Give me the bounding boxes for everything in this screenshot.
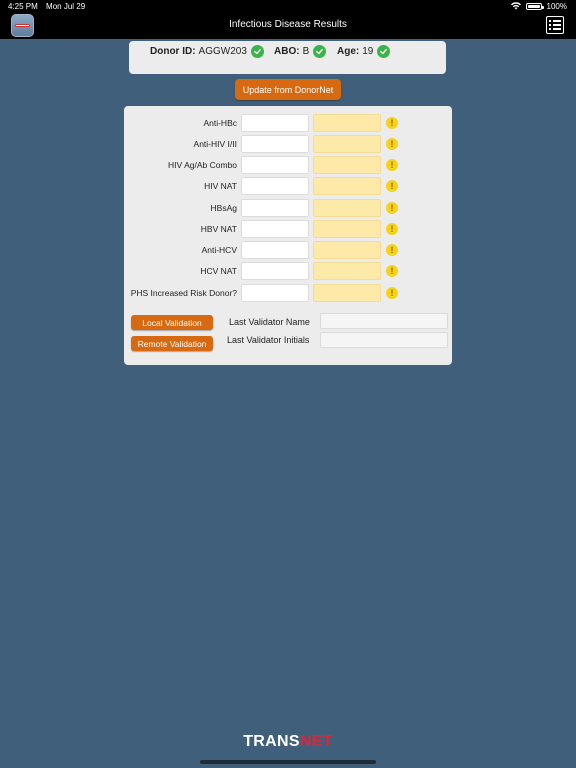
test-label: HCV NAT <box>200 266 237 276</box>
test-input[interactable] <box>241 284 309 302</box>
last-validator-initials-field[interactable] <box>320 332 448 348</box>
test-row: Anti-HCV ! <box>124 241 452 259</box>
list-icon[interactable] <box>546 16 564 34</box>
test-label: Anti-HBc <box>203 118 237 128</box>
donor-age-label: Age: <box>337 46 360 57</box>
test-row: HBsAg ! <box>124 199 452 217</box>
test-input[interactable] <box>241 156 309 174</box>
test-result-field[interactable] <box>313 199 381 217</box>
donor-id: Donor ID: AGGW203 <box>150 45 264 58</box>
test-row: HIV NAT ! <box>124 177 452 195</box>
page-title: Infectious Disease Results <box>229 19 347 30</box>
status-bar: 4:25 PM Mon Jul 29 100% <box>0 0 576 12</box>
warning-icon: ! <box>386 223 398 235</box>
donor-age-value: 19 <box>362 46 374 57</box>
donor-abo-label: ABO: <box>274 46 300 57</box>
test-row: HIV Ag/Ab Combo ! <box>124 156 452 174</box>
test-row: HBV NAT ! <box>124 220 452 238</box>
warning-icon: ! <box>386 287 398 299</box>
test-input[interactable] <box>241 177 309 195</box>
test-label: HIV Ag/Ab Combo <box>168 160 237 170</box>
last-validator-name-field[interactable] <box>320 313 448 329</box>
remote-validation-button[interactable]: Remote Validation <box>131 336 213 351</box>
check-icon <box>313 45 327 58</box>
donor-abo-value: B <box>302 46 310 57</box>
nav-bar: Infectious Disease Results <box>0 12 576 39</box>
status-date: Mon Jul 29 <box>46 1 86 11</box>
test-result-field[interactable] <box>313 241 381 259</box>
home-indicator[interactable] <box>200 760 376 764</box>
test-input[interactable] <box>241 262 309 280</box>
test-label: PHS Increased Risk Donor? <box>130 288 237 298</box>
logo-part-net: NET <box>299 733 333 750</box>
logo-part-trans: TRANS <box>243 733 300 750</box>
last-validator-name-label: Last Validator Name <box>229 317 310 327</box>
battery-percent: 100% <box>546 1 567 11</box>
warning-icon: ! <box>386 117 398 129</box>
test-result-field[interactable] <box>313 135 381 153</box>
test-result-field[interactable] <box>313 114 381 132</box>
list-line <box>549 28 561 30</box>
test-result-field[interactable] <box>313 156 381 174</box>
check-icon <box>377 45 391 58</box>
list-line <box>549 20 561 22</box>
test-input[interactable] <box>241 241 309 259</box>
test-result-field[interactable] <box>313 284 381 302</box>
status-time: 4:25 PM <box>8 1 38 11</box>
list-line <box>549 24 561 26</box>
test-input[interactable] <box>241 199 309 217</box>
status-left: 4:25 PM Mon Jul 29 <box>8 2 91 11</box>
test-label: HBsAg <box>210 203 237 213</box>
test-row: PHS Increased Risk Donor? ! <box>124 284 452 302</box>
test-label: HIV NAT <box>204 181 237 191</box>
donor-abo: ABO: B <box>274 45 327 58</box>
local-validation-button[interactable]: Local Validation <box>131 315 213 330</box>
test-row: HCV NAT ! <box>124 262 452 280</box>
warning-icon: ! <box>386 138 398 150</box>
donor-id-value: AGGW203 <box>198 46 247 57</box>
warning-icon: ! <box>386 244 398 256</box>
test-input[interactable] <box>241 220 309 238</box>
results-card: Anti-HBc ! Anti-HIV I/II ! HIV Ag/Ab Com… <box>124 106 452 365</box>
warning-icon: ! <box>386 180 398 192</box>
test-label: Anti-HIV I/II <box>193 139 237 149</box>
check-icon <box>250 45 264 58</box>
battery-icon <box>525 2 544 10</box>
status-right: 100% <box>510 1 567 11</box>
warning-icon: ! <box>386 202 398 214</box>
test-row: Anti-HIV I/II ! <box>124 135 452 153</box>
wifi-icon <box>510 2 521 10</box>
warning-icon: ! <box>386 159 398 171</box>
test-label: HBV NAT <box>200 224 237 234</box>
test-input[interactable] <box>241 114 309 132</box>
test-result-field[interactable] <box>313 262 381 280</box>
test-row: Anti-HBc ! <box>124 114 452 132</box>
test-input[interactable] <box>241 135 309 153</box>
update-from-donornet-button[interactable]: Update from DonorNet <box>235 79 341 100</box>
test-result-field[interactable] <box>313 220 381 238</box>
warning-icon: ! <box>386 265 398 277</box>
test-label: Anti-HCV <box>201 245 237 255</box>
donor-summary-card: Donor ID: AGGW203 ABO: B Age: 19 <box>129 41 446 74</box>
test-result-field[interactable] <box>313 177 381 195</box>
last-validator-initials-label: Last Validator Initials <box>227 335 310 345</box>
transnet-logo: TRANSNET <box>0 733 576 751</box>
donor-id-label: Donor ID: <box>150 46 196 57</box>
donor-age: Age: 19 <box>337 45 391 58</box>
